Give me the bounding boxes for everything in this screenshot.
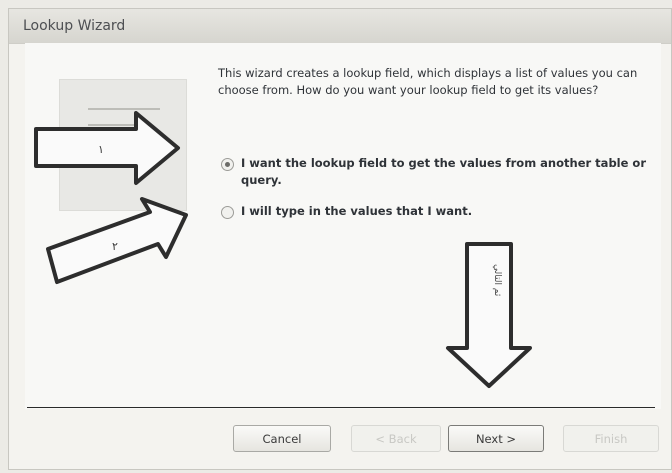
annotation-arrow-right-label: ١: [98, 143, 104, 156]
annotation-arrow-down-label: ثم التالي: [492, 264, 502, 297]
annotation-arrow-diagonal-label: ٢: [112, 240, 118, 253]
annotation-arrows: ١ ٢ ثم التالي: [34, 111, 532, 388]
annotation-arrow-down: [446, 242, 532, 388]
annotation-arrow-right: [34, 111, 180, 185]
